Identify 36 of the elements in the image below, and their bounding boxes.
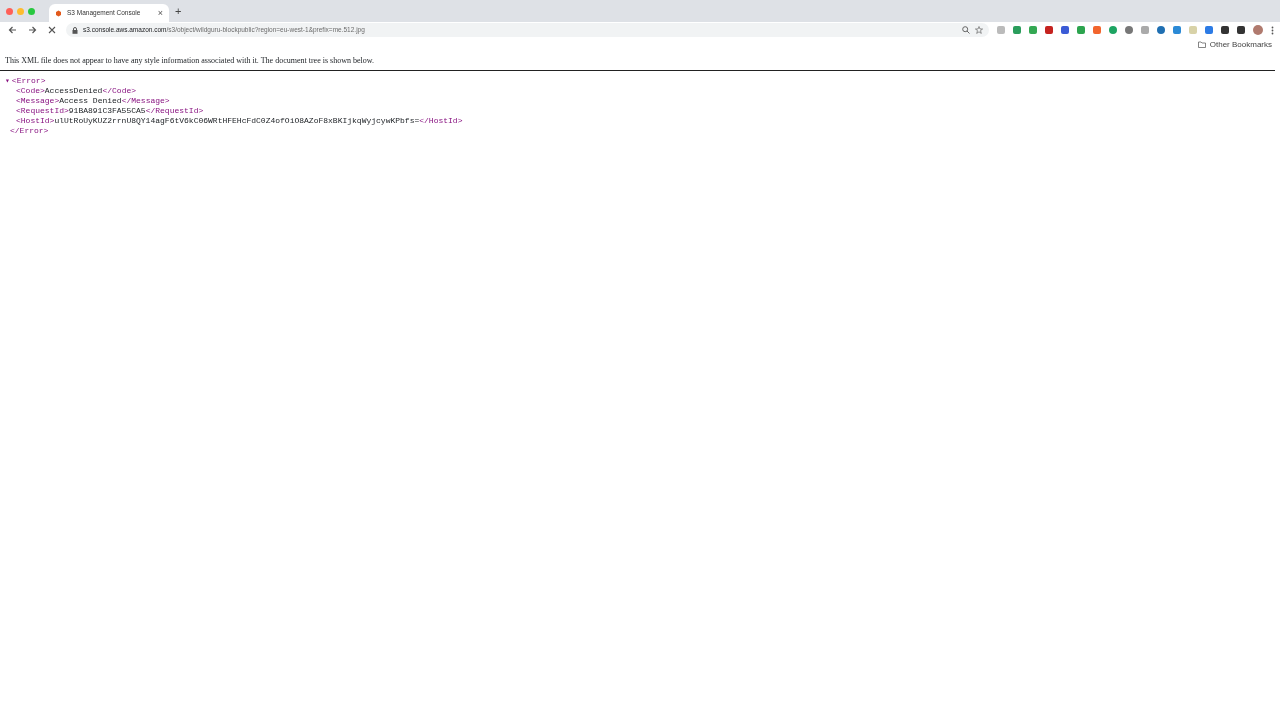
avatar-icon[interactable] [1253, 25, 1263, 35]
xml-value: AccessDenied [44, 86, 103, 96]
stop-icon [48, 26, 56, 34]
xml-tag: </HostId> [419, 116, 463, 126]
xml-tag: <Code> [16, 86, 45, 96]
xml-notice-text: This XML file does not appear to have any style information associated with it. The document tree is shown below. [0, 51, 1275, 71]
circle-icon[interactable] [1125, 26, 1133, 34]
back-button[interactable] [6, 24, 18, 36]
square-icon[interactable] [1141, 26, 1149, 34]
xml-value: ulUtRoUyKUZ2rrnU8QY14agF6tV6kC06WRtHFEHcFdC0Z4ofOiO8AZoF8xBKIjkqWyjcywKPbfs= [54, 116, 420, 126]
close-tab-button[interactable]: × [157, 8, 163, 18]
xml-value: Access Denied [59, 96, 122, 106]
more-menu-icon[interactable] [1271, 25, 1274, 35]
xml-tag: </Message> [121, 96, 170, 106]
zoom-icon[interactable] [962, 26, 970, 34]
new-tab-button[interactable]: + [175, 5, 182, 17]
xml-tag: <RequestId> [16, 106, 69, 116]
xml-tag: <Message> [16, 96, 60, 106]
zoom-window-button[interactable] [28, 7, 35, 15]
lock-icon [72, 26, 78, 34]
forward-arrow-icon [27, 26, 37, 34]
xml-tag: </RequestId> [145, 106, 204, 116]
xml-tag: </Error> [10, 126, 49, 136]
star-icon[interactable] [975, 26, 983, 34]
xml-tag: <Error> [11, 76, 46, 86]
xml-value: 91BA891C3FA55CA5 [68, 106, 146, 116]
xml-tag: </Code> [102, 86, 137, 96]
close-window-button[interactable] [6, 7, 13, 15]
folder-icon [1197, 41, 1206, 48]
bookmark-folder[interactable]: Other Bookmarks [1197, 38, 1272, 51]
stop-button[interactable] [46, 24, 58, 36]
favicon-icon [55, 9, 62, 17]
forward-button[interactable] [26, 24, 38, 36]
xml-tag: <HostId> [16, 116, 55, 126]
back-arrow-icon [7, 26, 17, 34]
collapse-toggle[interactable]: ▾ [5, 77, 10, 85]
